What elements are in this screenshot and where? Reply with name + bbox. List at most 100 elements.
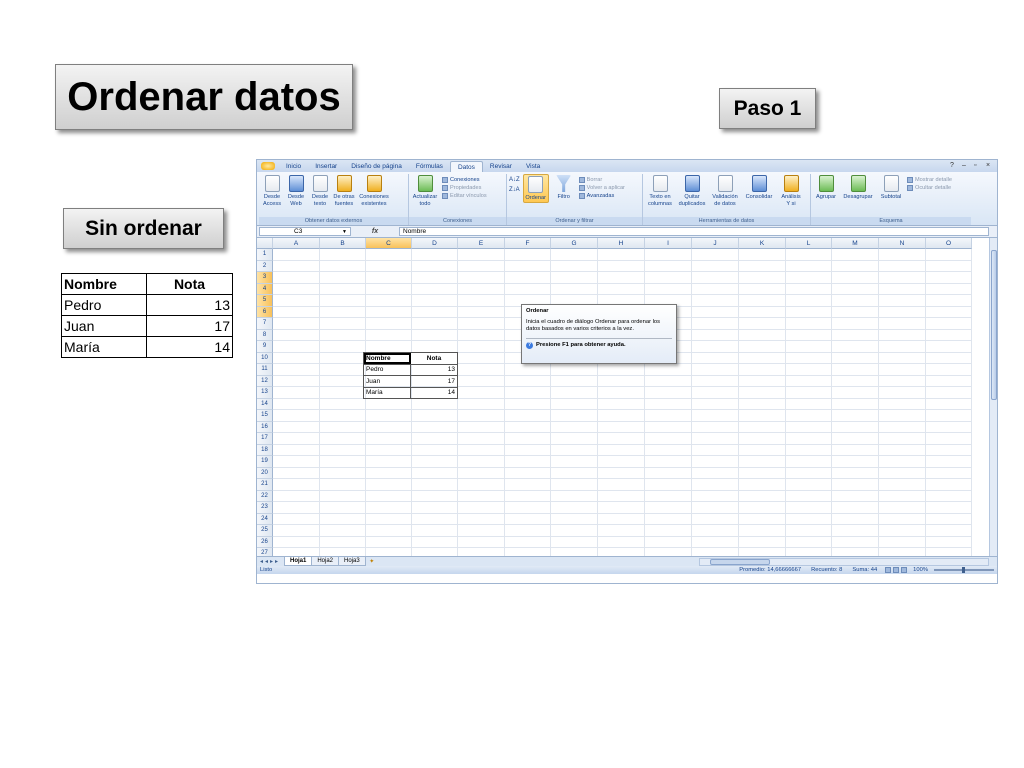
row-header-23[interactable]: 23 xyxy=(257,502,273,514)
grid-cell[interactable] xyxy=(505,479,551,491)
tab-vista[interactable]: Vista xyxy=(519,161,547,172)
grid-cell[interactable] xyxy=(598,490,645,502)
data-validation-button[interactable]: Validación de datos xyxy=(709,174,741,207)
grid-cell[interactable] xyxy=(320,456,366,468)
row-header-12[interactable]: 12 xyxy=(257,375,273,387)
grid-cell[interactable] xyxy=(926,444,972,456)
grid-cell[interactable] xyxy=(551,456,598,468)
grid-cell[interactable] xyxy=(320,283,366,295)
grid-cell[interactable] xyxy=(412,398,458,410)
grid-cell[interactable] xyxy=(832,306,879,318)
grid-cell[interactable] xyxy=(551,387,598,399)
grid-cell[interactable] xyxy=(692,502,739,514)
grid-cell[interactable] xyxy=(320,421,366,433)
grid-cell[interactable] xyxy=(926,410,972,422)
grid-cell[interactable] xyxy=(739,479,786,491)
column-header-l[interactable]: L xyxy=(786,238,832,249)
grid-cell[interactable] xyxy=(692,467,739,479)
subtotal-button[interactable]: Subtotal xyxy=(877,174,905,201)
grid-cell[interactable] xyxy=(645,444,692,456)
grid-cell[interactable] xyxy=(412,306,458,318)
grid-cell[interactable] xyxy=(320,479,366,491)
grid-cell[interactable] xyxy=(926,375,972,387)
grid-cell[interactable] xyxy=(879,490,926,502)
grid-cell[interactable] xyxy=(692,283,739,295)
grid-cell[interactable] xyxy=(739,249,786,261)
grid-cell[interactable] xyxy=(598,548,645,556)
vertical-scrollbar[interactable] xyxy=(989,238,997,556)
zoom-slider[interactable] xyxy=(934,567,994,573)
grid-cell[interactable] xyxy=(786,272,832,284)
grid-cell[interactable] xyxy=(458,513,505,525)
grid-cell[interactable] xyxy=(645,548,692,556)
minimize-icon[interactable]: – xyxy=(962,162,969,169)
grid-cell[interactable] xyxy=(273,548,320,556)
grid-cell[interactable] xyxy=(505,536,551,548)
grid-cell[interactable] xyxy=(598,421,645,433)
grid-cell[interactable] xyxy=(598,398,645,410)
grid-cell[interactable] xyxy=(320,272,366,284)
refresh-all-button[interactable]: Actualizar todo xyxy=(411,174,439,207)
row-header-22[interactable]: 22 xyxy=(257,490,273,502)
cell-d3[interactable]: Nota xyxy=(410,352,458,365)
grid-cell[interactable] xyxy=(832,467,879,479)
grid-cell[interactable] xyxy=(786,410,832,422)
group-button[interactable]: Agrupar xyxy=(813,174,839,201)
grid-cell[interactable] xyxy=(551,364,598,376)
grid-cell[interactable] xyxy=(926,433,972,445)
grid-cell[interactable] xyxy=(458,375,505,387)
grid-cell[interactable] xyxy=(692,387,739,399)
grid-cell[interactable] xyxy=(926,260,972,272)
grid-cell[interactable] xyxy=(645,479,692,491)
grid-cell[interactable] xyxy=(551,525,598,537)
grid-cell[interactable] xyxy=(786,490,832,502)
grid-cell[interactable] xyxy=(273,283,320,295)
grid-cell[interactable] xyxy=(412,444,458,456)
grid-cell[interactable] xyxy=(786,295,832,307)
grid-cell[interactable] xyxy=(505,525,551,537)
grid-cell[interactable] xyxy=(832,444,879,456)
grid-cell[interactable] xyxy=(320,387,366,399)
row-header-7[interactable]: 7 xyxy=(257,318,273,330)
grid-cell[interactable] xyxy=(273,410,320,422)
grid-cell[interactable] xyxy=(879,525,926,537)
grid-cell[interactable] xyxy=(926,490,972,502)
grid-cell[interactable] xyxy=(832,513,879,525)
grid-cell[interactable] xyxy=(879,249,926,261)
grid-cell[interactable] xyxy=(366,502,412,514)
grid-cell[interactable] xyxy=(786,444,832,456)
grid-cell[interactable] xyxy=(273,352,320,364)
grid-cell[interactable] xyxy=(598,387,645,399)
grid-cell[interactable] xyxy=(458,306,505,318)
grid-cell[interactable] xyxy=(645,260,692,272)
grid-cell[interactable] xyxy=(739,490,786,502)
grid-cell[interactable] xyxy=(926,318,972,330)
grid-cell[interactable] xyxy=(739,444,786,456)
grid-cell[interactable] xyxy=(645,490,692,502)
grid-cell[interactable] xyxy=(412,502,458,514)
column-header-k[interactable]: K xyxy=(739,238,786,249)
grid-cell[interactable] xyxy=(505,249,551,261)
grid-cell[interactable] xyxy=(366,433,412,445)
grid-cell[interactable] xyxy=(273,433,320,445)
horizontal-scrollbar[interactable] xyxy=(699,557,989,566)
other-sources-button[interactable]: De otras fuentes xyxy=(333,174,355,207)
grid-cell[interactable] xyxy=(366,444,412,456)
grid-cell[interactable] xyxy=(598,272,645,284)
normal-view-icon[interactable] xyxy=(885,567,892,573)
help-icon[interactable]: ? xyxy=(950,162,957,169)
zoom-level[interactable]: 100% xyxy=(913,567,928,573)
grid-cell[interactable] xyxy=(505,398,551,410)
row-header-20[interactable]: 20 xyxy=(257,467,273,479)
grid-cell[interactable] xyxy=(832,410,879,422)
edit-links-button[interactable]: Editar vínculos xyxy=(442,193,487,199)
chevron-down-icon[interactable]: ▼ xyxy=(342,228,347,236)
grid-cell[interactable] xyxy=(832,272,879,284)
grid-cell[interactable] xyxy=(645,456,692,468)
grid-cell[interactable] xyxy=(832,548,879,556)
column-header-a[interactable]: A xyxy=(273,238,320,249)
row-header-4[interactable]: 4 xyxy=(257,283,273,295)
grid-cell[interactable] xyxy=(458,421,505,433)
grid-cell[interactable] xyxy=(645,502,692,514)
grid-cell[interactable] xyxy=(739,329,786,341)
